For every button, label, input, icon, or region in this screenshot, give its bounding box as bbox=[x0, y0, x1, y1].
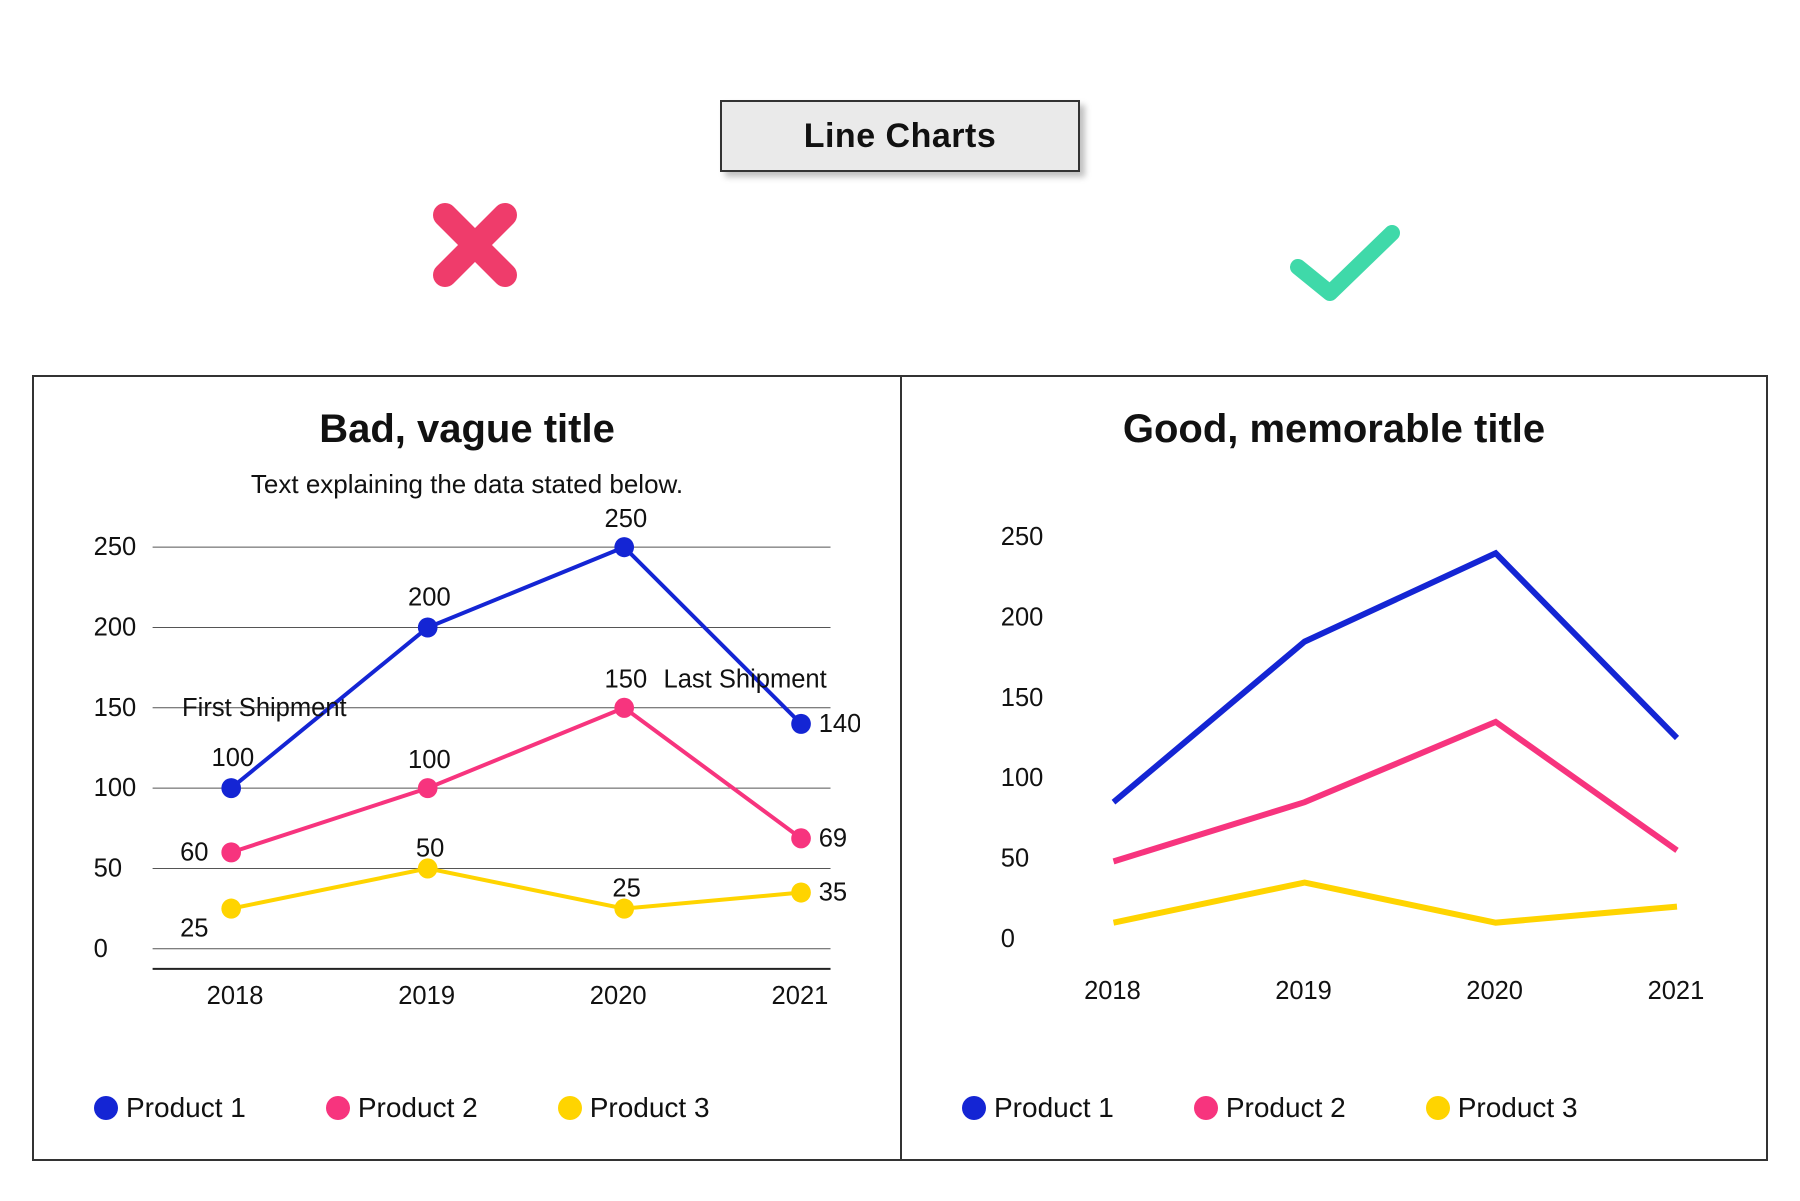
annotation-last-shipment: Last Shipment bbox=[664, 665, 827, 693]
legend-swatch-icon bbox=[962, 1096, 986, 1120]
y-tick-label: 200 bbox=[1001, 603, 1043, 631]
legend-swatch-icon bbox=[326, 1096, 350, 1120]
legend-swatch-icon bbox=[558, 1096, 582, 1120]
series-line-product-2 bbox=[1114, 722, 1678, 862]
x-tick-label: 2021 bbox=[772, 982, 829, 1009]
bad-panel-subtitle: Text explaining the data stated below. bbox=[34, 469, 900, 500]
data-label: 35 bbox=[819, 878, 847, 906]
x-tick-label: 2019 bbox=[398, 982, 455, 1009]
legend-item-product-2: Product 2 bbox=[326, 1092, 478, 1124]
y-tick-label: 50 bbox=[94, 854, 122, 882]
annotation-first-shipment: First Shipment bbox=[182, 694, 347, 722]
x-tick-label: 2018 bbox=[1084, 977, 1141, 1005]
x-tick-label: 2020 bbox=[590, 982, 647, 1009]
bad-panel-title: Bad, vague title bbox=[34, 407, 900, 452]
data-point bbox=[791, 828, 811, 848]
y-tick-label: 100 bbox=[1001, 764, 1043, 792]
y-tick-label: 100 bbox=[94, 774, 137, 802]
data-label: 25 bbox=[612, 874, 640, 902]
legend-item-product-2: Product 2 bbox=[1194, 1092, 1346, 1124]
data-point bbox=[221, 899, 241, 919]
series-line-product-3 bbox=[1114, 883, 1678, 923]
legend-swatch-icon bbox=[1426, 1096, 1450, 1120]
y-tick-label: 0 bbox=[94, 935, 108, 963]
x-tick-label: 2021 bbox=[1648, 977, 1705, 1005]
y-tick-label: 250 bbox=[94, 533, 137, 561]
data-label: 25 bbox=[180, 914, 208, 942]
series-line-product-3 bbox=[231, 868, 801, 908]
data-label: 200 bbox=[408, 583, 451, 611]
good-legend: Product 1 Product 2 Product 3 bbox=[962, 1092, 1726, 1124]
y-tick-label: 250 bbox=[1001, 523, 1043, 551]
legend-label: Product 1 bbox=[126, 1092, 246, 1124]
y-tick-label: 200 bbox=[94, 613, 137, 641]
bad-panel: Bad, vague title Text explaining the dat… bbox=[34, 377, 900, 1159]
data-label: 60 bbox=[180, 838, 208, 866]
data-point bbox=[791, 882, 811, 902]
data-label: 140 bbox=[819, 710, 860, 738]
good-panel-title: Good, memorable title bbox=[902, 407, 1766, 452]
data-label: 150 bbox=[605, 665, 648, 693]
legend-swatch-icon bbox=[1194, 1096, 1218, 1120]
data-label: 250 bbox=[605, 507, 648, 533]
figure-root: Line Charts Bad, vague title Text explai… bbox=[0, 0, 1800, 1201]
data-label: 100 bbox=[408, 746, 451, 774]
bad-legend: Product 1 Product 2 Product 3 bbox=[94, 1092, 860, 1124]
legend-label: Product 3 bbox=[1458, 1092, 1578, 1124]
y-tick-label: 150 bbox=[1001, 684, 1043, 712]
page-title: Line Charts bbox=[804, 117, 997, 156]
page-title-box: Line Charts bbox=[720, 100, 1080, 172]
data-label: 69 bbox=[819, 824, 847, 852]
y-tick-label: 50 bbox=[1001, 844, 1029, 872]
legend-item-product-3: Product 3 bbox=[1426, 1092, 1578, 1124]
legend-item-product-1: Product 1 bbox=[962, 1092, 1114, 1124]
data-label: 50 bbox=[416, 834, 444, 862]
legend-item-product-3: Product 3 bbox=[558, 1092, 710, 1124]
legend-item-product-1: Product 1 bbox=[94, 1092, 246, 1124]
legend-swatch-icon bbox=[94, 1096, 118, 1120]
x-tick-label: 2019 bbox=[1275, 977, 1332, 1005]
data-point bbox=[791, 714, 811, 734]
legend-label: Product 2 bbox=[358, 1092, 478, 1124]
good-plot: 0 50 100 150 200 250 2018 2019 2020 2021 bbox=[942, 487, 1726, 1009]
legend-label: Product 1 bbox=[994, 1092, 1114, 1124]
data-point bbox=[614, 698, 634, 718]
panels-container: Bad, vague title Text explaining the dat… bbox=[32, 375, 1768, 1161]
y-tick-label: 0 bbox=[1001, 924, 1015, 952]
cross-icon bbox=[425, 195, 525, 300]
good-panel: Good, memorable title 0 50 100 150 200 2… bbox=[900, 377, 1766, 1159]
data-point bbox=[221, 778, 241, 798]
x-tick-label: 2020 bbox=[1466, 977, 1523, 1005]
legend-label: Product 2 bbox=[1226, 1092, 1346, 1124]
series-line-product-2 bbox=[231, 708, 801, 853]
data-point bbox=[418, 778, 438, 798]
check-icon bbox=[1290, 225, 1400, 310]
bad-plot: 0 50 100 150 200 250 2018 2019 2020 2021 bbox=[74, 507, 860, 1009]
data-point bbox=[221, 842, 241, 862]
data-label: 100 bbox=[212, 744, 255, 772]
data-point bbox=[418, 617, 438, 637]
data-point bbox=[614, 537, 634, 557]
x-tick-label: 2018 bbox=[207, 982, 264, 1009]
y-tick-label: 150 bbox=[94, 694, 137, 722]
legend-label: Product 3 bbox=[590, 1092, 710, 1124]
